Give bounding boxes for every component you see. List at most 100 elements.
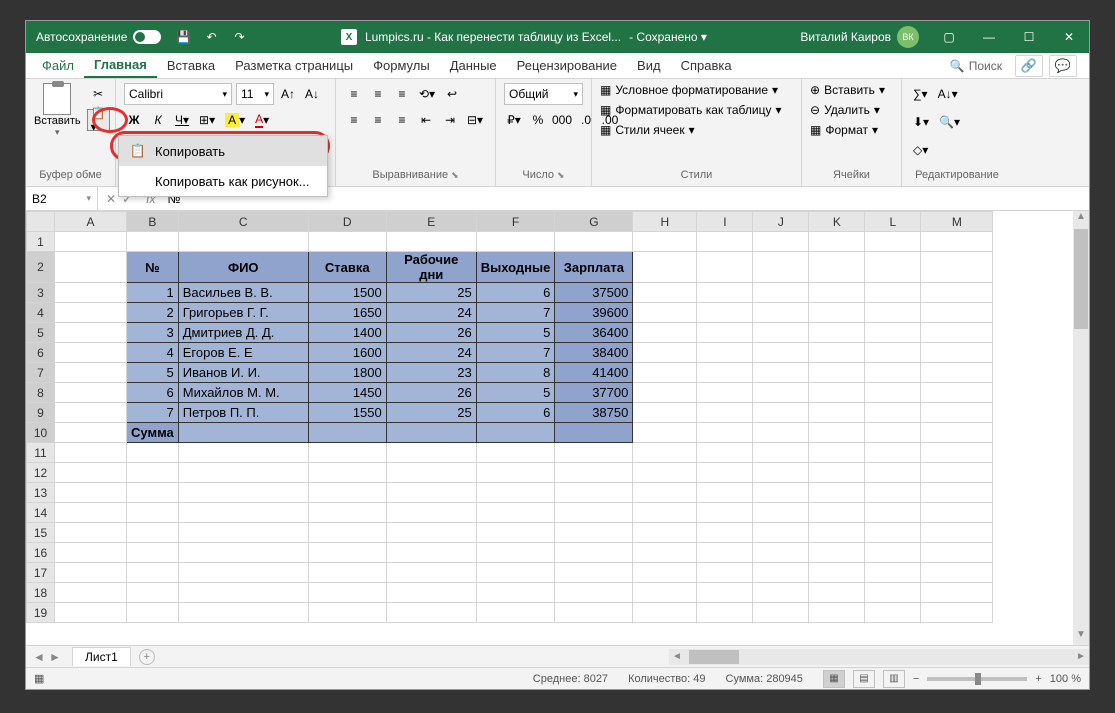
cell-M8[interactable] — [921, 383, 993, 403]
cell-L13[interactable] — [865, 483, 921, 503]
cell-G6[interactable]: 38400 — [555, 343, 633, 363]
cell-A17[interactable] — [55, 563, 127, 583]
cell-G1[interactable] — [555, 232, 633, 252]
cell-C2[interactable]: ФИО — [178, 252, 308, 283]
sheet-nav[interactable]: ◄► — [26, 650, 68, 664]
add-sheet-button[interactable]: + — [139, 649, 155, 665]
cell-M4[interactable] — [921, 303, 993, 323]
number-format-combo[interactable]: Общий▾ — [504, 83, 583, 105]
cell-K15[interactable] — [809, 523, 865, 543]
cell-E19[interactable] — [386, 603, 476, 623]
cell-M6[interactable] — [921, 343, 993, 363]
cell-I15[interactable] — [697, 523, 753, 543]
cell-M9[interactable] — [921, 403, 993, 423]
cell-A15[interactable] — [55, 523, 127, 543]
cell-A6[interactable] — [55, 343, 127, 363]
horizontal-scrollbar[interactable]: ◄► — [669, 649, 1089, 665]
cell-L16[interactable] — [865, 543, 921, 563]
cell-J6[interactable] — [753, 343, 809, 363]
cell-F14[interactable] — [476, 503, 555, 523]
cell-B9[interactable]: 7 — [127, 403, 179, 423]
align-right-icon[interactable]: ≡ — [392, 109, 412, 131]
cell-C17[interactable] — [178, 563, 308, 583]
tab-layout[interactable]: Разметка страницы — [225, 54, 363, 77]
cell-M13[interactable] — [921, 483, 993, 503]
cell-D17[interactable] — [308, 563, 386, 583]
cell-M5[interactable] — [921, 323, 993, 343]
cell-E12[interactable] — [386, 463, 476, 483]
vertical-scrollbar[interactable]: ▲ ▼ — [1073, 211, 1089, 645]
cell-C19[interactable] — [178, 603, 308, 623]
cell-I11[interactable] — [697, 443, 753, 463]
cell-E17[interactable] — [386, 563, 476, 583]
bold-button[interactable]: Ж — [124, 109, 144, 131]
cell-J19[interactable] — [753, 603, 809, 623]
cell-K11[interactable] — [809, 443, 865, 463]
cell-I2[interactable] — [697, 252, 753, 283]
cell-I14[interactable] — [697, 503, 753, 523]
cell-H3[interactable] — [633, 283, 697, 303]
cell-C10[interactable] — [178, 423, 308, 443]
number-launcher-icon[interactable]: ⬊ — [557, 170, 565, 181]
underline-button[interactable]: Ч▾ — [172, 109, 192, 131]
decrease-font-icon[interactable]: A↓ — [302, 83, 322, 105]
cell-F4[interactable]: 7 — [476, 303, 555, 323]
cell-L15[interactable] — [865, 523, 921, 543]
cell-K13[interactable] — [809, 483, 865, 503]
cell-J12[interactable] — [753, 463, 809, 483]
cell-L4[interactable] — [865, 303, 921, 323]
cell-H2[interactable] — [633, 252, 697, 283]
tab-help[interactable]: Справка — [671, 54, 742, 77]
cell-H1[interactable] — [633, 232, 697, 252]
cell-L17[interactable] — [865, 563, 921, 583]
cell-E4[interactable]: 24 — [386, 303, 476, 323]
search-box[interactable]: 🔍 Поиск — [943, 56, 1009, 76]
cell-K4[interactable] — [809, 303, 865, 323]
cell-H17[interactable] — [633, 563, 697, 583]
cell-I16[interactable] — [697, 543, 753, 563]
cell-I18[interactable] — [697, 583, 753, 603]
select-all-cell[interactable] — [27, 212, 55, 232]
cell-G10[interactable] — [555, 423, 633, 443]
cell-M18[interactable] — [921, 583, 993, 603]
undo-icon[interactable]: ↶ — [203, 29, 219, 45]
cell-K8[interactable] — [809, 383, 865, 403]
cell-E7[interactable]: 23 — [386, 363, 476, 383]
cell-C12[interactable] — [178, 463, 308, 483]
cell-B10[interactable]: Сумма — [127, 423, 179, 443]
cell-I10[interactable] — [697, 423, 753, 443]
cell-B7[interactable]: 5 — [127, 363, 179, 383]
cell-B17[interactable] — [127, 563, 179, 583]
cell-M16[interactable] — [921, 543, 993, 563]
cell-C6[interactable]: Егоров Е. Е — [178, 343, 308, 363]
row-header-12[interactable]: 12 — [27, 463, 55, 483]
cell-F6[interactable]: 7 — [476, 343, 555, 363]
view-page-layout-icon[interactable]: ▤ — [853, 670, 875, 688]
minimize-button[interactable]: — — [969, 21, 1009, 53]
row-header-4[interactable]: 4 — [27, 303, 55, 323]
row-header-6[interactable]: 6 — [27, 343, 55, 363]
cell-J5[interactable] — [753, 323, 809, 343]
cell-E16[interactable] — [386, 543, 476, 563]
row-header-15[interactable]: 15 — [27, 523, 55, 543]
fill-icon[interactable]: ⬇▾ — [910, 111, 932, 133]
cell-F10[interactable] — [476, 423, 555, 443]
cell-D1[interactable] — [308, 232, 386, 252]
tab-view[interactable]: Вид — [627, 54, 671, 77]
tab-formulas[interactable]: Формулы — [363, 54, 440, 77]
col-header-E[interactable]: E — [386, 212, 476, 232]
toggle-switch[interactable] — [133, 30, 161, 44]
align-left-icon[interactable]: ≡ — [344, 109, 364, 131]
insert-cells-button[interactable]: ⊕ Вставить▾ — [810, 83, 893, 97]
cell-B18[interactable] — [127, 583, 179, 603]
cell-K1[interactable] — [809, 232, 865, 252]
cell-L18[interactable] — [865, 583, 921, 603]
cell-H11[interactable] — [633, 443, 697, 463]
cell-J4[interactable] — [753, 303, 809, 323]
cell-M15[interactable] — [921, 523, 993, 543]
spreadsheet-grid[interactable]: ABCDEFGHIJKLM12№ФИОСтавкаРабочие дниВыхо… — [26, 211, 993, 623]
cell-G14[interactable] — [555, 503, 633, 523]
row-header-8[interactable]: 8 — [27, 383, 55, 403]
find-icon[interactable]: 🔍▾ — [936, 111, 963, 133]
tab-home[interactable]: Главная — [84, 53, 157, 78]
